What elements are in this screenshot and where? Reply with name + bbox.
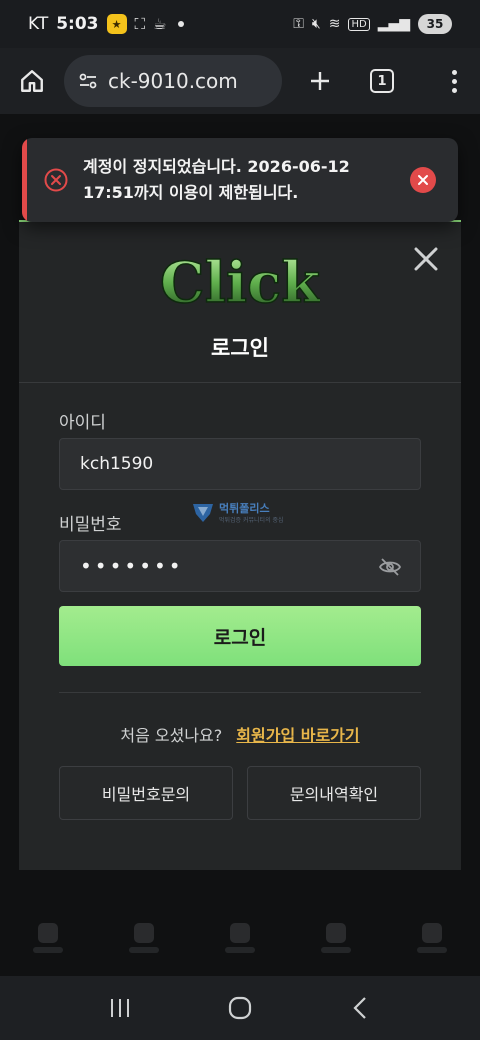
recent-apps-icon — [111, 999, 129, 1017]
toast-accent-bar — [22, 138, 27, 222]
error-circle-icon — [44, 168, 68, 192]
toast-message: 계정이 정지되었습니다. 2026-06-12 17:51까지 이용이 제한됩니… — [83, 157, 350, 202]
back-nav-button[interactable] — [340, 988, 380, 1028]
status-bar: KT 5:03 ★ ⛶ ☕ ⚿ 🔇︎ ≋ HD ▂▄▆ 35 — [0, 0, 480, 48]
battery-indicator: 35 — [418, 14, 452, 34]
divider — [19, 382, 461, 383]
login-modal: Click 로그인 아이디 kch1590 먹튀폴리스 먹튀검증 커뮤니티의 중… — [19, 220, 461, 870]
close-icon — [418, 175, 428, 185]
password-value: ••••••• — [80, 554, 184, 578]
home-button[interactable] — [16, 65, 48, 97]
url-text[interactable]: ck-9010.com — [108, 69, 238, 93]
browser-menu-button[interactable] — [444, 65, 464, 97]
home-nav-button[interactable] — [220, 988, 260, 1028]
shield-logo-icon — [193, 504, 213, 522]
menu-dot-icon — [451, 78, 457, 84]
signal-icon: ▂▄▆ — [377, 16, 410, 32]
page-bottom-nav-dimmed — [0, 910, 480, 976]
signup-link[interactable]: 회원가입 바로가기 — [236, 722, 359, 746]
home-circle-icon — [228, 996, 252, 1020]
password-input[interactable]: ••••••• — [59, 540, 421, 592]
new-tab-button[interactable] — [304, 65, 336, 97]
dimmed-nav-item — [124, 923, 164, 963]
svg-text:Click: Click — [160, 250, 320, 316]
watermark-text: 먹튀폴리스 먹튀검증 커뮤니티의 중심 — [219, 501, 284, 524]
dimmed-nav-item — [28, 923, 68, 963]
food-bowl-icon: ☕ — [153, 15, 167, 33]
clock: 5:03 — [56, 14, 99, 34]
plus-icon — [311, 72, 329, 90]
modal-title: 로그인 — [211, 336, 269, 360]
dimmed-nav-item — [412, 923, 452, 963]
tab-count: 1 — [377, 73, 387, 89]
eye-off-icon[interactable] — [378, 555, 402, 579]
watermark-title: 먹튀폴리스 — [219, 501, 270, 515]
signup-row: 처음 오셨나요? 회원가입 바로가기 — [19, 722, 461, 746]
id-label: 아이디 — [59, 413, 106, 433]
menu-dot-icon — [451, 87, 457, 93]
tab-switcher-button[interactable]: 1 — [370, 69, 394, 93]
brand-logo: Click — [19, 248, 461, 318]
screenshot-icon: ⛶ — [134, 15, 146, 33]
address-bar[interactable]: ck-9010.com — [64, 55, 282, 107]
home-icon — [21, 70, 43, 92]
dimmed-nav-item — [316, 923, 356, 963]
id-input[interactable]: kch1590 — [59, 438, 421, 490]
dimmed-nav-item — [220, 923, 260, 963]
hd-icon: HD — [348, 17, 370, 31]
back-chevron-icon — [353, 997, 366, 1019]
watermark: 먹튀폴리스 먹튀검증 커뮤니티의 중심 — [191, 498, 301, 528]
inquiry-history-button[interactable]: 문의내역확인 — [247, 766, 421, 820]
password-inquiry-button[interactable]: 비밀번호문의 — [59, 766, 233, 820]
login-button[interactable]: 로그인 — [59, 606, 421, 666]
status-left: KT 5:03 ★ ⛶ ☕ — [28, 14, 185, 34]
more-notifications-icon — [178, 21, 185, 27]
site-settings-icon[interactable] — [78, 71, 98, 91]
toast-close-button[interactable] — [410, 167, 436, 193]
signup-question: 처음 오셨나요? — [120, 726, 223, 745]
app-notification-icon: ★ — [106, 14, 127, 34]
password-label: 비밀번호 — [59, 515, 122, 535]
system-nav-bar — [0, 976, 480, 1040]
browser-toolbar: ck-9010.com 1 — [0, 48, 480, 114]
error-toast: 계정이 정지되었습니다. 2026-06-12 17:51까지 이용이 제한됩니… — [22, 138, 458, 222]
click-logo-icon: Click — [160, 249, 320, 317]
watermark-subtitle: 먹튀검증 커뮤니티의 중심 — [219, 516, 284, 524]
menu-dot-icon — [451, 69, 457, 75]
web-page: 계정이 정지되었습니다. 2026-06-12 17:51까지 이용이 제한됩니… — [0, 114, 480, 976]
divider — [59, 692, 421, 693]
wifi-icon: ≋ — [328, 16, 341, 32]
key-icon: ⚿ — [293, 16, 304, 32]
battery-level: 35 — [426, 17, 444, 31]
carrier-label: KT — [28, 14, 49, 34]
recent-apps-button[interactable] — [100, 988, 140, 1028]
status-right: ⚿ 🔇︎ ≋ HD ▂▄▆ 35 — [293, 14, 452, 34]
mute-icon: 🔇︎ — [311, 16, 321, 32]
